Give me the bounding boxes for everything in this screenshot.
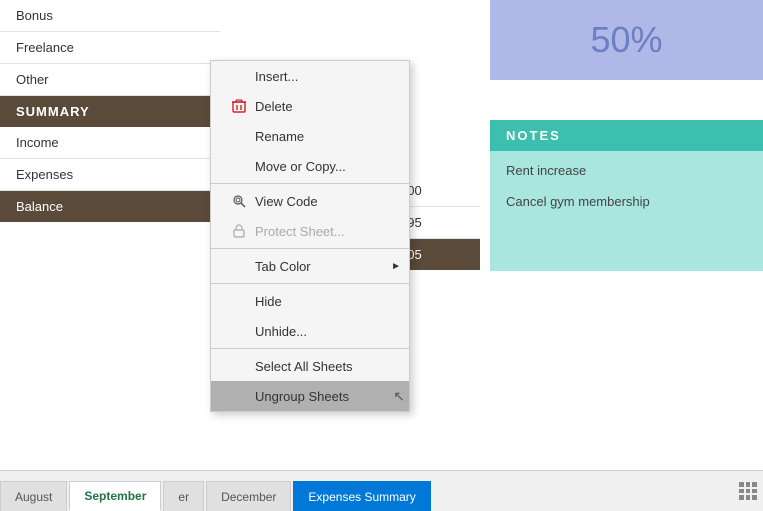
menu-item-delete[interactable]: Delete	[211, 91, 409, 121]
row-other: Other	[0, 64, 220, 96]
context-menu: Insert... Delete Rename Move or Copy...	[210, 60, 410, 412]
tab-color-arrow: ►	[391, 261, 401, 272]
hide-icon	[231, 293, 247, 309]
tab-expenses-summary[interactable]: Expenses Summary	[293, 481, 430, 511]
menu-item-rename[interactable]: Rename	[211, 121, 409, 151]
delete-icon	[231, 98, 247, 114]
protect-sheet-icon	[231, 223, 247, 239]
expenses-value: 995	[400, 207, 480, 239]
tab-august[interactable]: August	[0, 481, 67, 511]
income-value: 000	[400, 175, 480, 207]
tab-december[interactable]: December	[206, 481, 291, 511]
menu-item-hide[interactable]: Hide	[211, 286, 409, 316]
row-freelance: Freelance	[0, 32, 220, 64]
rename-icon	[231, 128, 247, 144]
menu-separator-4	[211, 348, 409, 349]
note-2: Cancel gym membership	[506, 194, 747, 209]
summary-header: SUMMARY	[0, 96, 220, 127]
menu-item-insert[interactable]: Insert...	[211, 61, 409, 91]
menu-item-unhide[interactable]: Unhide...	[211, 316, 409, 346]
unhide-icon	[231, 323, 247, 339]
menu-item-select-all[interactable]: Select All Sheets	[211, 351, 409, 381]
notes-content: Rent increase Cancel gym membership	[490, 151, 763, 271]
menu-item-move-copy[interactable]: Move or Copy...	[211, 151, 409, 181]
menu-separator-3	[211, 283, 409, 284]
expenses-row: Expenses	[0, 159, 220, 191]
notes-header: NOTES	[490, 120, 763, 151]
view-code-icon	[231, 193, 247, 209]
menu-separator-2	[211, 248, 409, 249]
menu-item-ungroup[interactable]: Ungroup Sheets ↖	[211, 381, 409, 411]
tabs-bar: August September October er December Exp…	[0, 470, 763, 511]
cursor-indicator: ↖	[393, 388, 405, 405]
insert-icon	[231, 68, 247, 84]
select-all-icon	[231, 358, 247, 374]
note-1: Rent increase	[506, 163, 747, 178]
tab-september[interactable]: September	[69, 481, 161, 511]
menu-separator-1	[211, 183, 409, 184]
row-bonus: Bonus	[0, 0, 220, 32]
percent-display: 50%	[490, 0, 763, 80]
menu-item-tab-color[interactable]: Tab Color ►	[211, 251, 409, 281]
income-row: Income	[0, 127, 220, 159]
balance-value: 005	[400, 239, 480, 270]
tab-color-icon	[231, 258, 247, 274]
menu-item-view-code[interactable]: View Code	[211, 186, 409, 216]
ungroup-icon	[231, 388, 247, 404]
grid-icon	[739, 482, 757, 500]
value-area: 000 995 005	[400, 175, 480, 270]
balance-row: Balance	[0, 191, 220, 222]
tab-october-partial[interactable]: er	[163, 481, 204, 511]
sheet-data-area: Bonus Freelance Other SUMMARY Income Exp…	[0, 0, 220, 222]
scrollbar-area	[733, 470, 763, 511]
move-copy-icon	[231, 158, 247, 174]
notes-section: NOTES Rent increase Cancel gym membershi…	[490, 120, 763, 271]
menu-item-protect-sheet[interactable]: Protect Sheet...	[211, 216, 409, 246]
percent-value: 50%	[590, 19, 662, 61]
